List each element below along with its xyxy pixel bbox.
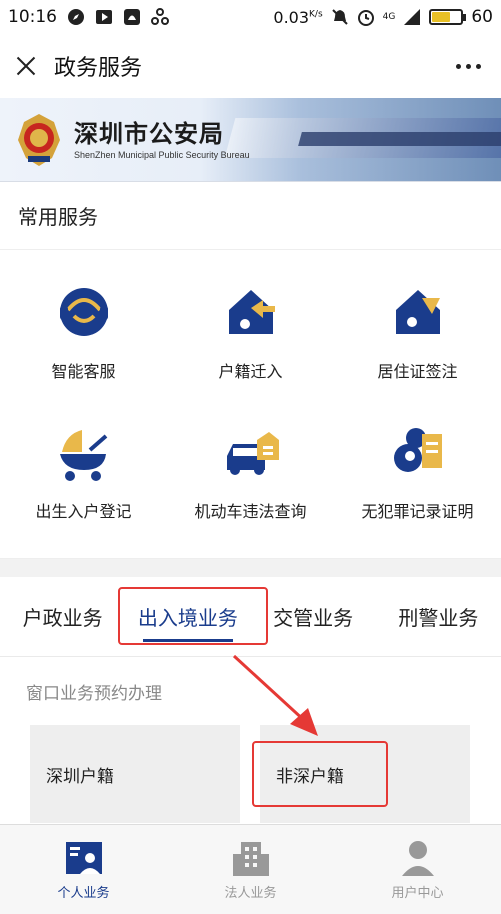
status-time: 10:16: [8, 7, 57, 27]
nav-label: 法人业务: [224, 886, 277, 901]
residence-permit-icon: [395, 290, 440, 334]
service-vehicle-violation[interactable]: 机动车违法查询: [167, 408, 334, 548]
mute-icon: [331, 9, 348, 25]
tab-traffic[interactable]: 交管业务: [251, 577, 376, 656]
service-no-criminal-record[interactable]: 无犯罪记录证明: [334, 408, 501, 548]
org-name: 深圳市公安局: [74, 120, 224, 148]
service-label: 户籍迁入: [218, 362, 283, 381]
app-header: 政务服务: [0, 34, 501, 98]
network-speed: 0.03K/s: [273, 7, 323, 27]
police-banner: 深圳市公安局 ShenZhen Municipal Public Securit…: [0, 98, 501, 182]
common-services: 常用服务 智能客服 户籍迁入 居住证签注 出生入户登记 机动车违法查询 无犯罪记…: [0, 182, 501, 559]
status-bar: 10:16 0.03K/s 4G 60: [0, 0, 501, 34]
battery-level: 60: [471, 7, 493, 27]
service-residence-permit[interactable]: 居住证签注: [334, 268, 501, 408]
nav-label: 个人业务: [57, 886, 110, 901]
card-shenzhen-household[interactable]: 深圳户籍: [30, 725, 240, 823]
service-label: 机动车违法查询: [194, 502, 307, 521]
page-title: 政务服务: [54, 56, 143, 81]
household-move-in-icon: [228, 290, 275, 334]
service-smart-support[interactable]: 智能客服: [0, 268, 167, 408]
headset-icon: [59, 288, 108, 336]
service-label: 居住证签注: [377, 362, 458, 381]
share-icon: [151, 8, 169, 25]
building-icon: [232, 842, 269, 876]
service-household-move-in[interactable]: 户籍迁入: [167, 268, 334, 408]
tab-household[interactable]: 户政业务: [0, 577, 125, 656]
no-criminal-record-icon: [393, 428, 442, 472]
service-label: 智能客服: [51, 362, 116, 381]
nav-legal-person[interactable]: 法人业务: [167, 825, 334, 914]
close-icon[interactable]: [12, 52, 40, 80]
tab-criminal[interactable]: 刑警业务: [376, 577, 501, 656]
user-icon: [401, 841, 434, 876]
car-violation-icon: [226, 432, 279, 475]
service-birth-registration[interactable]: 出生入户登记: [0, 408, 167, 548]
signal-icon: [404, 9, 421, 25]
service-label: 出生入户登记: [35, 502, 132, 521]
highlight-box-card: [252, 741, 388, 807]
window-appointment: 窗口业务预约办理 深圳户籍 非深户籍: [0, 657, 501, 849]
battery-icon: [429, 9, 467, 25]
nav-user-center[interactable]: 用户中心: [334, 825, 501, 914]
compass-icon: [68, 9, 84, 25]
section-title: 常用服务: [0, 182, 501, 250]
nav-label: 用户中心: [391, 886, 444, 901]
appointment-title: 窗口业务预约办理: [26, 683, 162, 704]
personal-icon: [65, 842, 102, 874]
baby-stroller-icon: [59, 430, 107, 481]
business-tabs: 户政业务 出入境业务 交管业务 刑警业务: [0, 577, 501, 657]
play-icon: [96, 10, 112, 24]
network-type: 4G: [382, 12, 396, 22]
notification-icon: [124, 9, 140, 25]
service-label: 无犯罪记录证明: [361, 502, 474, 521]
bottom-nav: 个人业务 法人业务 用户中心: [0, 824, 501, 914]
nav-personal[interactable]: 个人业务: [0, 825, 167, 914]
more-menu-icon[interactable]: [456, 63, 489, 69]
org-name-en: ShenZhen Municipal Public Security Burea…: [74, 150, 250, 160]
highlight-box-tab: [118, 587, 268, 645]
alarm-icon: [357, 10, 374, 26]
police-emblem-icon: [18, 114, 60, 166]
